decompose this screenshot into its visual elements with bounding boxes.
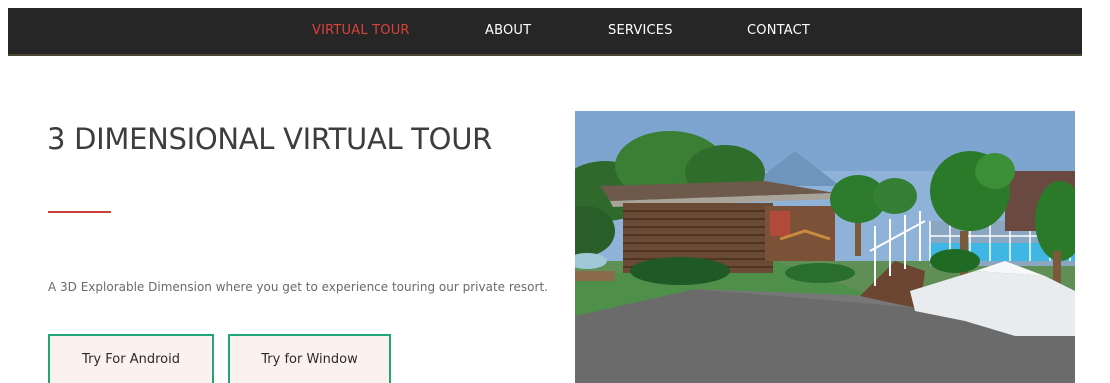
nav-item-about[interactable]: ABOUT bbox=[485, 23, 531, 38]
page-title: 3 DIMENSIONAL VIRTUAL TOUR bbox=[47, 122, 492, 156]
try-for-window-button[interactable]: Try for Window bbox=[228, 334, 391, 383]
hero-description: A 3D Explorable Dimension where you get … bbox=[48, 280, 548, 294]
try-for-window-label: Try for Window bbox=[261, 352, 358, 367]
try-for-android-button[interactable]: Try For Android bbox=[48, 334, 214, 383]
nav-item-contact[interactable]: CONTACT bbox=[747, 23, 810, 38]
try-for-android-label: Try For Android bbox=[82, 352, 180, 367]
page: VIRTUAL TOUR ABOUT SERVICES CONTACT 3 DI… bbox=[0, 0, 1110, 383]
virtual-tour-preview-image bbox=[575, 111, 1075, 383]
top-navbar: VIRTUAL TOUR ABOUT SERVICES CONTACT bbox=[8, 8, 1082, 56]
nav-item-virtual-tour[interactable]: VIRTUAL TOUR bbox=[312, 23, 410, 38]
nav-item-services[interactable]: SERVICES bbox=[608, 23, 673, 38]
resort-3d-scene bbox=[575, 111, 1075, 383]
title-underline-divider bbox=[48, 211, 111, 213]
